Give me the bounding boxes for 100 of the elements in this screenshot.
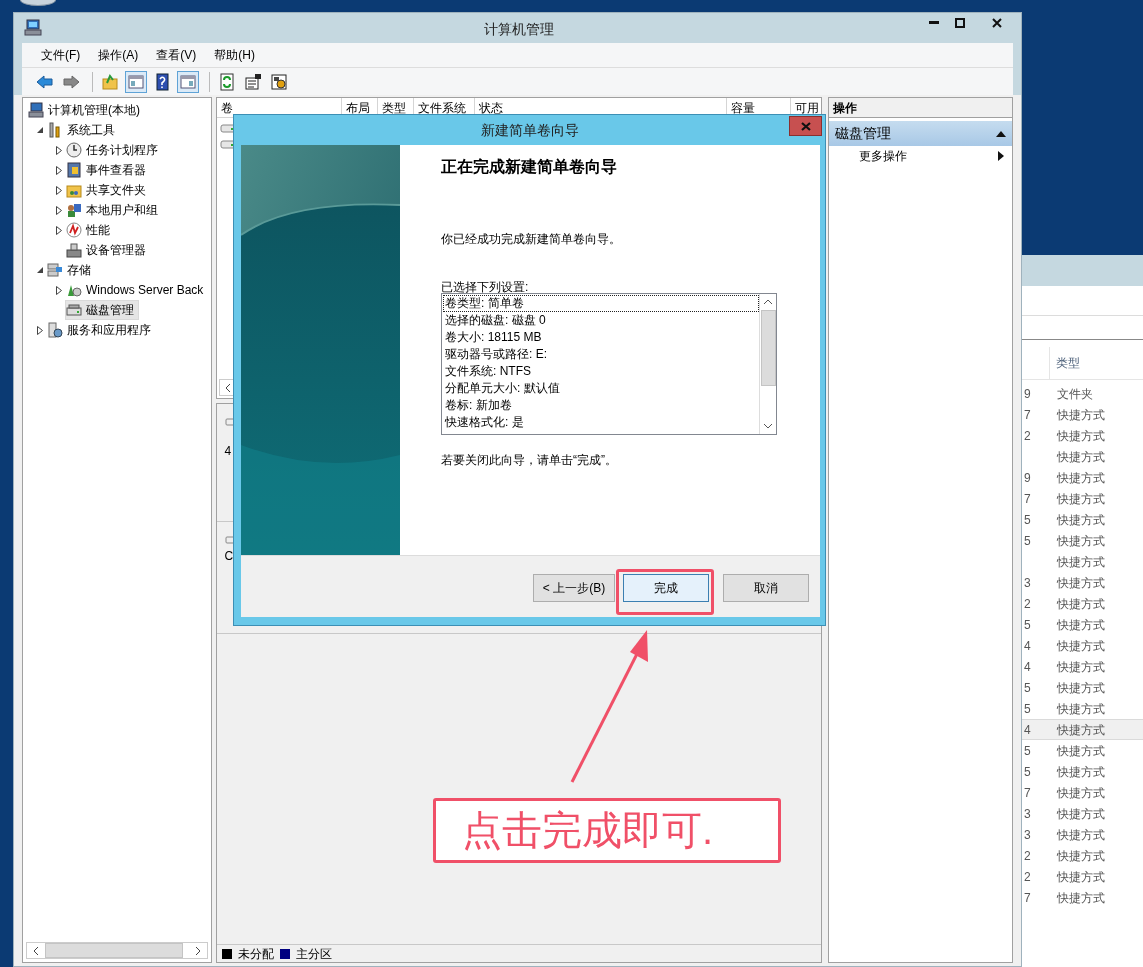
users-icon	[66, 202, 82, 218]
close-button[interactable]	[789, 116, 822, 136]
size-text: 4	[1023, 721, 1032, 739]
file-row[interactable]: 5 快捷方式	[1022, 614, 1143, 635]
list-item[interactable]: 分配单元大小: 默认值	[443, 380, 759, 397]
horizontal-scrollbar[interactable]	[26, 942, 208, 959]
wizard-button[interactable]: 完成	[623, 573, 709, 602]
scrollbar-thumb[interactable]	[760, 310, 776, 386]
collapsed-icon[interactable]	[56, 185, 62, 195]
file-row[interactable]: 7 快捷方式	[1022, 488, 1143, 509]
tree-item[interactable]: 系统工具	[46, 120, 120, 140]
menu-item[interactable]: 文件(F)	[40, 46, 82, 64]
list-item[interactable]: 卷大小: 18115 MB	[443, 329, 759, 346]
list-item[interactable]: 卷类型: 简单卷	[443, 295, 759, 312]
tree-item[interactable]: 本地用户和组	[65, 200, 163, 220]
type-text: 快捷方式	[1057, 742, 1105, 760]
wizard-button[interactable]: 取消	[723, 573, 809, 602]
wizard-button[interactable]: < 上一步(B)	[533, 573, 615, 602]
file-row[interactable]: 2 快捷方式	[1022, 425, 1143, 446]
event-log-icon	[66, 162, 82, 178]
pane-icon	[127, 72, 145, 91]
file-row[interactable]: 2 快捷方式	[1022, 866, 1143, 887]
file-row[interactable]: 5 快捷方式	[1022, 761, 1143, 782]
list-item[interactable]: 驱动器号或路径: E:	[443, 346, 759, 363]
size-text: 4	[1023, 637, 1032, 655]
size-text: 3	[1023, 826, 1032, 844]
size-text: 5	[1023, 616, 1032, 634]
collapsed-icon[interactable]	[56, 145, 62, 155]
submenu-arrow-icon	[998, 151, 1004, 161]
file-row[interactable]: 5 快捷方式	[1022, 698, 1143, 719]
size-text: 3	[1023, 805, 1032, 823]
collapsed-icon[interactable]	[37, 325, 43, 335]
column-header[interactable]: 类型	[1056, 354, 1080, 372]
size-text: 9	[1023, 385, 1032, 403]
action-item[interactable]: 更多操作	[828, 146, 1012, 166]
type-text: 快捷方式	[1057, 406, 1105, 424]
tree-item[interactable]: 任务计划程序	[65, 140, 163, 160]
tree-item[interactable]: Windows Server Back	[65, 280, 209, 300]
file-row[interactable]: 2 快捷方式	[1022, 593, 1143, 614]
menu-item[interactable]: 操作(A)	[97, 46, 140, 64]
vertical-scrollbar[interactable]	[759, 294, 776, 434]
file-row[interactable]: 9 文件夹	[1022, 383, 1143, 404]
drive-icon	[219, 122, 236, 134]
file-row[interactable]: 4 快捷方式	[1022, 656, 1143, 677]
tree-item[interactable]: 存储	[46, 260, 96, 280]
collapse-icon	[996, 130, 1006, 137]
section-header[interactable]: 磁盘管理	[828, 121, 1012, 146]
menu-item[interactable]: 帮助(H)	[213, 46, 256, 64]
tree-item[interactable]: 性能	[65, 220, 115, 240]
file-row[interactable]: 快捷方式	[1022, 446, 1143, 467]
tree-item[interactable]: 服务和应用程序	[46, 320, 156, 340]
refresh-icon	[218, 72, 236, 91]
collapsed-icon[interactable]	[56, 205, 62, 215]
file-row[interactable]: 4 快捷方式	[1022, 719, 1143, 740]
type-text: 快捷方式	[1057, 721, 1105, 739]
file-row[interactable]: 3 快捷方式	[1022, 803, 1143, 824]
file-row[interactable]: 3 快捷方式	[1022, 824, 1143, 845]
type-text: 快捷方式	[1057, 616, 1105, 634]
list-item[interactable]: 文件系统: NTFS	[443, 363, 759, 380]
expanded-icon[interactable]	[36, 126, 44, 134]
file-row[interactable]: 5 快捷方式	[1022, 509, 1143, 530]
tree-item[interactable]: 计算机管理(本地)	[27, 100, 145, 120]
file-row[interactable]: 7 快捷方式	[1022, 887, 1143, 908]
type-text: 快捷方式	[1057, 511, 1105, 529]
file-row[interactable]: 2 快捷方式	[1022, 845, 1143, 866]
list-item[interactable]: 选择的磁盘: 磁盘 0	[443, 312, 759, 329]
file-row[interactable]: 5 快捷方式	[1022, 530, 1143, 551]
file-row[interactable]: 快捷方式	[1022, 551, 1143, 572]
file-row[interactable]: 5 快捷方式	[1022, 740, 1143, 761]
file-row[interactable]: 3 快捷方式	[1022, 572, 1143, 593]
collapsed-icon[interactable]	[56, 285, 62, 295]
menu-item[interactable]: 查看(V)	[155, 46, 198, 64]
file-row[interactable]: 7 快捷方式	[1022, 782, 1143, 803]
file-row[interactable]: 7 快捷方式	[1022, 404, 1143, 425]
tree-item[interactable]: 磁盘管理	[65, 300, 139, 320]
type-text: 快捷方式	[1057, 553, 1105, 571]
list-item[interactable]: 快速格式化: 是	[443, 414, 759, 431]
type-text: 快捷方式	[1057, 868, 1105, 886]
file-row[interactable]: 9 快捷方式	[1022, 467, 1143, 488]
computer-icon	[24, 19, 42, 37]
tree-item[interactable]: 共享文件夹	[65, 180, 151, 200]
minimize-icon	[929, 21, 939, 25]
intro-text: 你已经成功完成新建简单卷向导。	[441, 231, 622, 247]
type-text: 快捷方式	[1057, 826, 1105, 844]
expanded-icon[interactable]	[36, 266, 44, 274]
file-row[interactable]: 4 快捷方式	[1022, 635, 1143, 656]
scrollbar-thumb[interactable]	[45, 943, 183, 958]
performance-icon	[66, 222, 82, 238]
collapsed-icon[interactable]	[56, 225, 62, 235]
list-label: 已选择下列设置:	[441, 279, 530, 295]
collapsed-icon[interactable]	[56, 165, 62, 175]
list-item[interactable]: 卷标: 新加卷	[443, 397, 759, 414]
type-text: 文件夹	[1057, 385, 1093, 403]
type-text: 快捷方式	[1057, 700, 1105, 718]
services-icon	[47, 322, 63, 338]
tree-item[interactable]: 设备管理器	[65, 240, 151, 260]
tree-item[interactable]: 事件查看器	[65, 160, 151, 180]
disk-icon	[66, 302, 82, 318]
size-text: 3	[1023, 574, 1032, 592]
file-row[interactable]: 5 快捷方式	[1022, 677, 1143, 698]
